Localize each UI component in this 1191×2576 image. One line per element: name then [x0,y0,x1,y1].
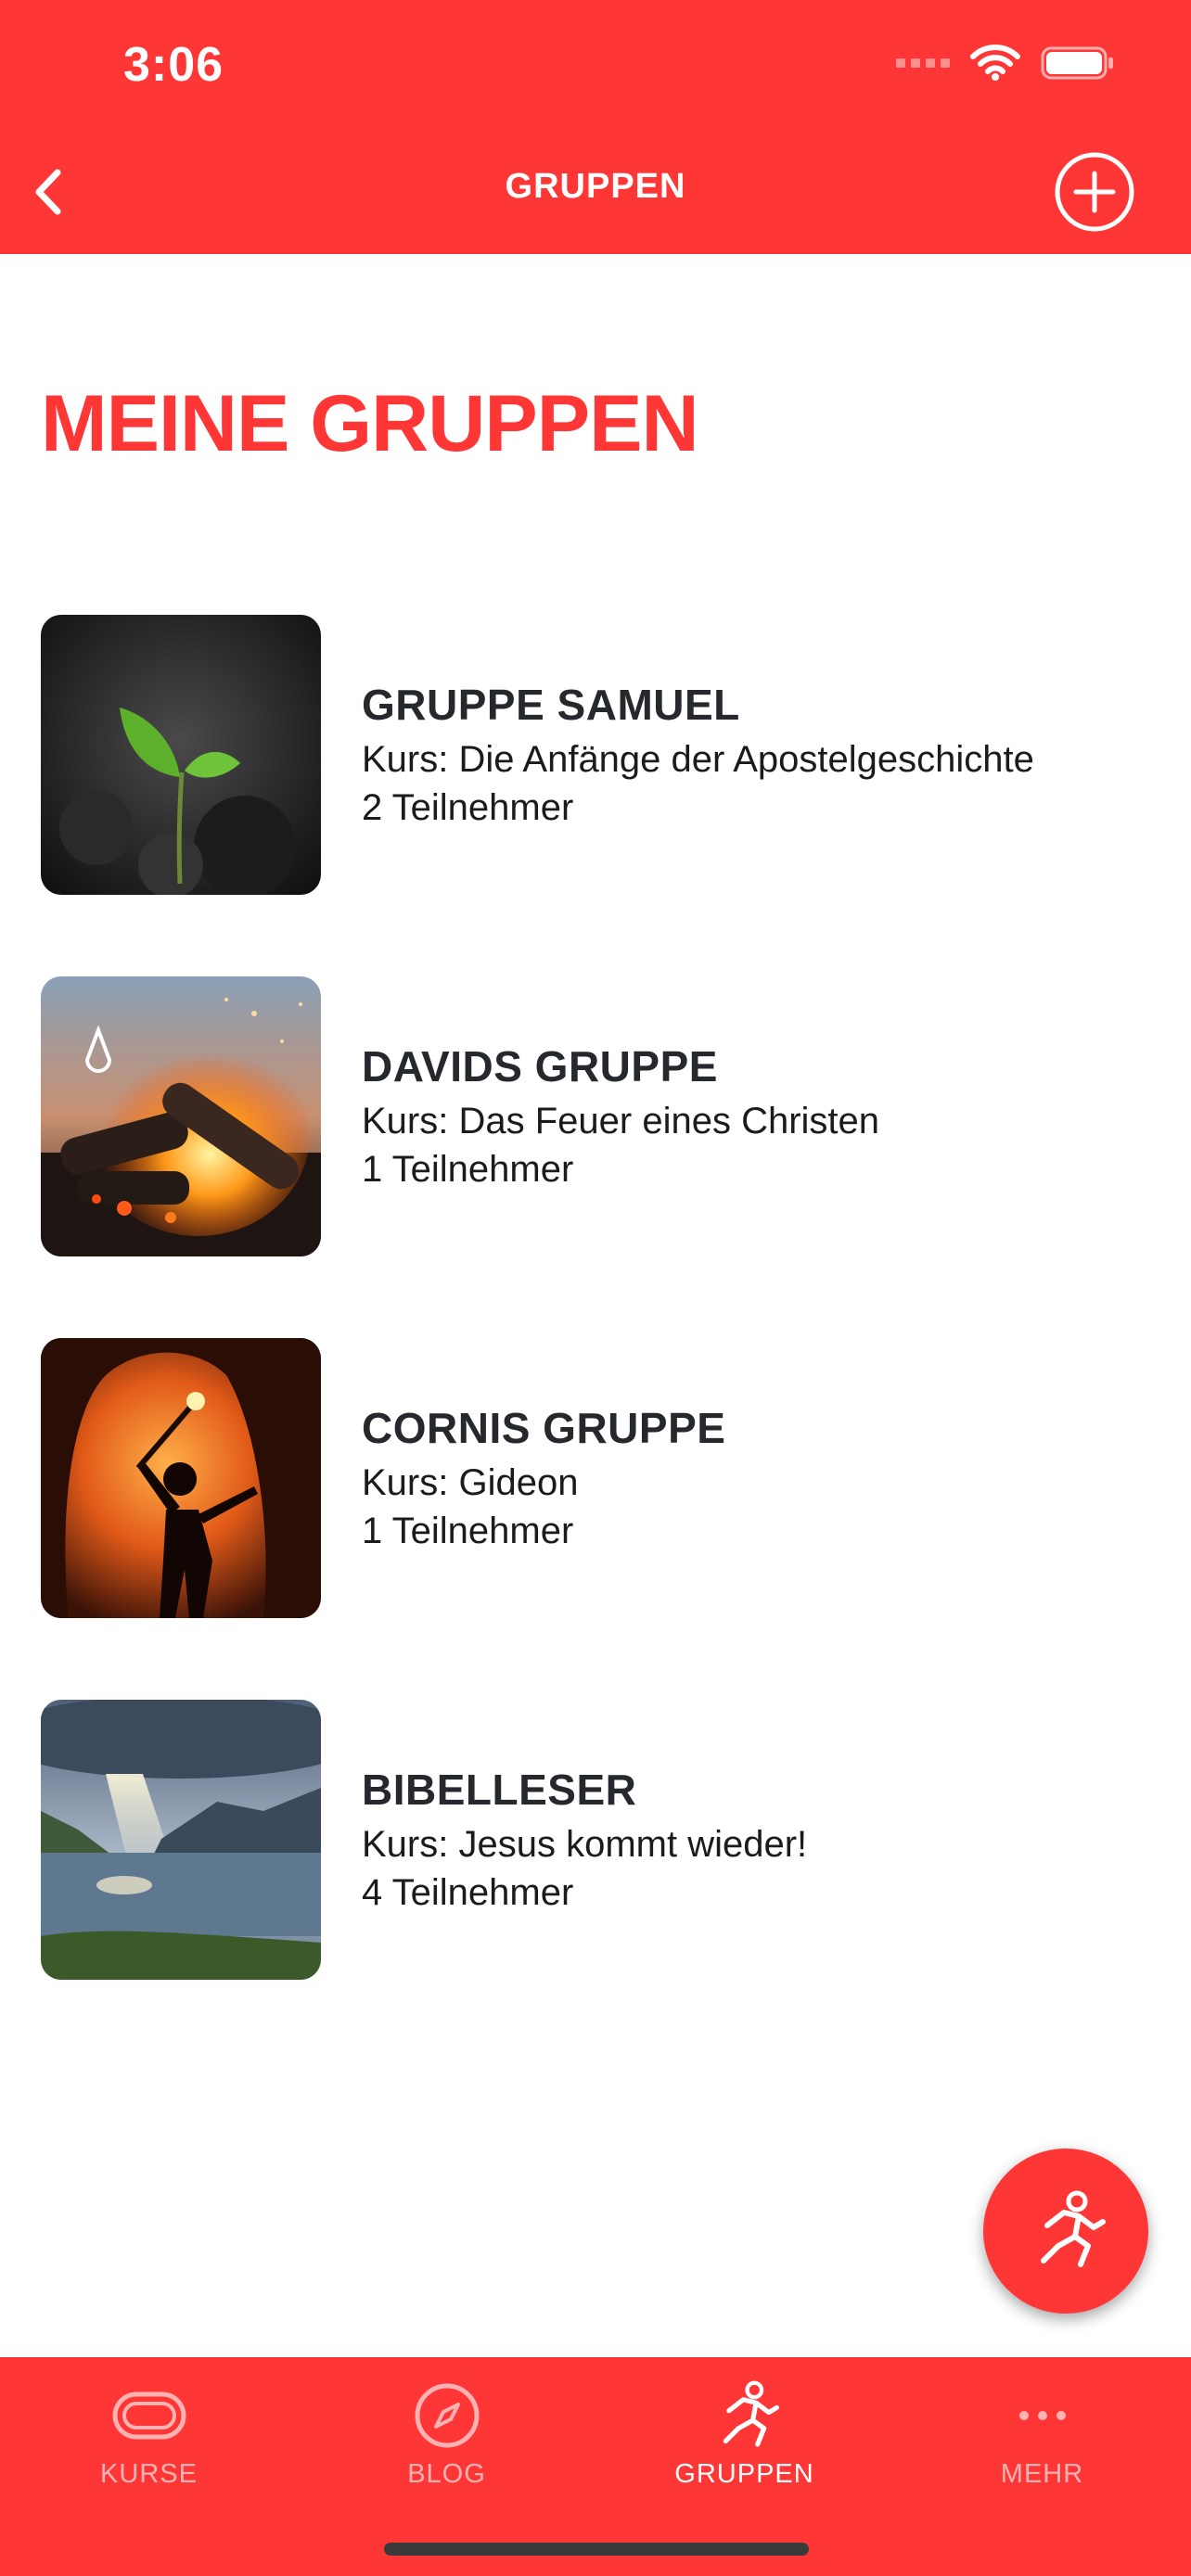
tab-gruppen[interactable]: GRUPPEN [596,2357,893,2506]
add-group-button[interactable] [1054,151,1135,233]
header: 3:06 GRUPPEN [0,0,1191,254]
group-image [41,976,321,1256]
nav-title: GRUPPEN [505,167,686,206]
tab-mehr[interactable]: MEHR [893,2357,1191,2506]
track-icon [112,2391,186,2440]
compass-icon [415,2383,479,2448]
runner-icon [723,2380,779,2447]
group-members: 4 Teilnehmer [362,1872,574,1913]
group-name: CORNIS GRUPPE [362,1404,726,1452]
battery-icon [1041,46,1113,80]
status-time: 3:06 [123,38,224,92]
wifi-icon [970,45,1020,81]
signal-icon [896,58,950,68]
group-image [41,1338,321,1618]
group-item[interactable]: DAVIDS GRUPPE Kurs: Das Feuer eines Chri… [41,976,1150,1256]
runner-icon [1041,2190,1106,2267]
group-course: Kurs: Gideon [362,1462,579,1503]
status-icons [896,45,1115,82]
tab-blog[interactable]: BLOG [298,2357,596,2506]
more-icon [1018,2411,1066,2420]
group-name: DAVIDS GRUPPE [362,1042,718,1090]
group-item[interactable]: GRUPPE SAMUEL Kurs: Die Anfänge der Apos… [41,615,1150,895]
group-course: Kurs: Die Anfänge der Apostelgeschichte [362,739,1034,780]
group-name: GRUPPE SAMUEL [362,681,740,729]
tab-label: MEHR [1000,2459,1084,2489]
group-members: 1 Teilnehmer [362,1149,574,1190]
page-title: MEINE GRUPPEN [41,379,699,468]
activity-fab-button[interactable] [983,2149,1148,2314]
tab-label: BLOG [407,2459,486,2489]
group-members: 2 Teilnehmer [362,787,574,828]
tab-kurse[interactable]: KURSE [0,2357,298,2506]
tab-label: KURSE [100,2459,198,2489]
tab-label: GRUPPEN [674,2459,814,2489]
group-image [41,615,321,895]
group-course: Kurs: Jesus kommt wieder! [362,1824,808,1865]
group-name: BIBELLESER [362,1766,637,1814]
group-members: 1 Teilnehmer [362,1511,574,1551]
group-image [41,1700,321,1980]
group-course: Kurs: Das Feuer eines Christen [362,1101,880,1141]
group-item[interactable]: BIBELLESER Kurs: Jesus kommt wieder! 4 T… [41,1700,1150,1980]
home-indicator [384,2543,809,2556]
group-item[interactable]: CORNIS GRUPPE Kurs: Gideon 1 Teilnehmer [41,1338,1150,1618]
